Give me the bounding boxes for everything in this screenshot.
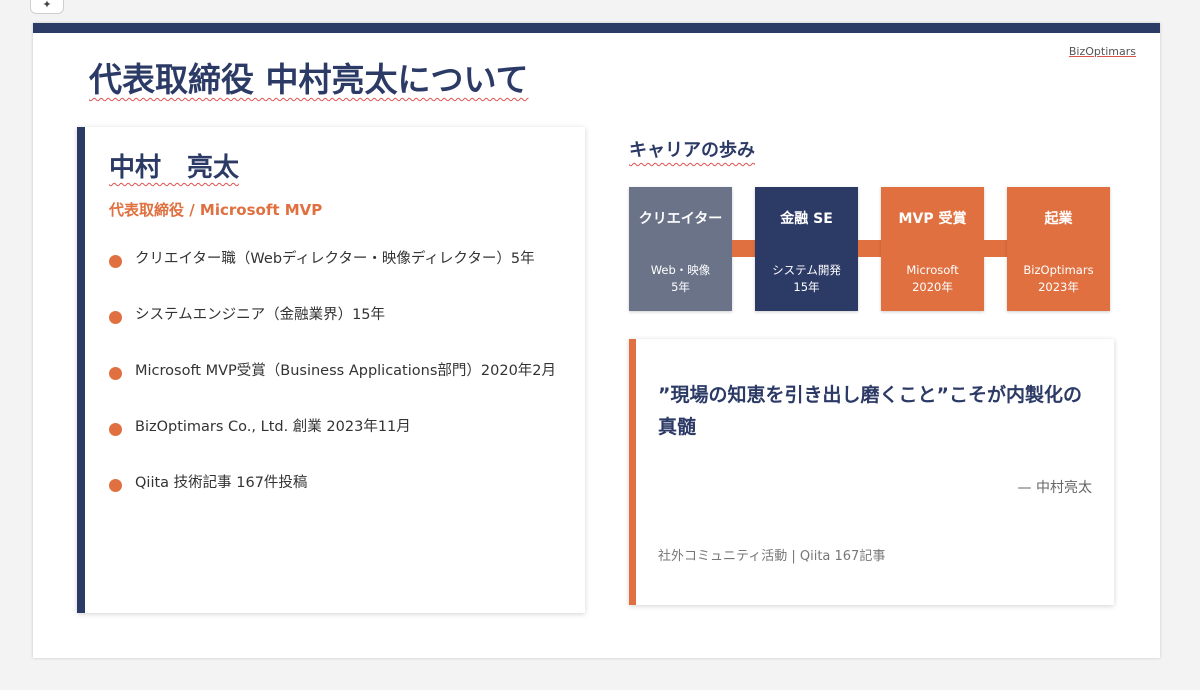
- bullet-dot-icon: [109, 423, 122, 436]
- slide: BizOptimars 代表取締役 中村亮太について 中村 亮太 代表取締役 /…: [33, 23, 1160, 658]
- bullet-text: Microsoft MVP受賞（Business Applications部門）…: [135, 363, 557, 379]
- quote-card: ”現場の知恵を引き出し磨くこと”こそが内製化の真髄 — 中村亮太 社外コミュニテ…: [629, 339, 1114, 605]
- bullet-dot-icon: [109, 311, 122, 324]
- step-title: 起業: [1044, 211, 1073, 227]
- career-title: キャリアの歩み: [629, 140, 755, 161]
- list-item: クリエイター職（Webディレクター・映像ディレクター）5年: [109, 247, 569, 303]
- profile-card: 中村 亮太 代表取締役 / Microsoft MVP クリエイター職（Webデ…: [77, 127, 585, 613]
- step-sub-line: システム開発: [772, 263, 841, 277]
- quote-text: ”現場の知恵を引き出し磨くこと”こそが内製化の真髄: [658, 384, 1082, 438]
- top-accent-bar: [33, 23, 1160, 33]
- step-sub: Microsoft 2020年: [881, 262, 984, 296]
- career-connector: [984, 240, 1007, 257]
- bullet-dot-icon: [109, 255, 122, 268]
- bullet-text: クリエイター職（Webディレクター・映像ディレクター）5年: [135, 251, 535, 267]
- step-title: MVP 受賞: [898, 211, 967, 227]
- page-title: 代表取締役 中村亮太について: [89, 60, 529, 99]
- bullet-dot-icon: [109, 479, 122, 492]
- bullet-text: システムエンジニア（金融業界）15年: [135, 307, 386, 323]
- career-step-mvp: MVP 受賞 Microsoft 2020年: [881, 187, 984, 311]
- list-item: Qiita 技術記事 167件投稿: [109, 471, 569, 527]
- step-sub-line: 15年: [793, 280, 820, 294]
- list-item: システムエンジニア（金融業界）15年: [109, 303, 569, 359]
- career-step-creator: クリエイター Web・映像 5年: [629, 187, 732, 311]
- step-sub-line: Web・映像: [650, 263, 711, 277]
- step-sub: Web・映像 5年: [629, 262, 732, 296]
- career-connector: [732, 240, 755, 257]
- step-title: クリエイター: [638, 211, 723, 227]
- career-connector: [858, 240, 881, 257]
- step-sub: システム開発 15年: [755, 262, 858, 296]
- quote-footer: 社外コミュニティ活動 | Qiita 167記事: [658, 549, 886, 564]
- step-sub: BizOptimars 2023年: [1007, 262, 1110, 296]
- step-sub-line: BizOptimars: [1023, 263, 1094, 277]
- step-sub-line: 2023年: [1038, 280, 1079, 294]
- career-step-se: 金融 SE システム開発 15年: [755, 187, 858, 311]
- step-sub-line: 2020年: [912, 280, 953, 294]
- bullet-text: BizOptimars Co., Ltd. 創業 2023年11月: [135, 419, 411, 435]
- step-sub-line: 5年: [671, 280, 690, 294]
- step-sub-line: Microsoft: [906, 263, 959, 277]
- magic-wand-icon[interactable]: ✦: [30, 0, 64, 14]
- list-item: Microsoft MVP受賞（Business Applications部門）…: [109, 359, 569, 415]
- bullet-text: Qiita 技術記事 167件投稿: [135, 475, 308, 491]
- quote-author: — 中村亮太: [1017, 480, 1092, 496]
- career-step-founding: 起業 BizOptimars 2023年: [1007, 187, 1110, 311]
- profile-name: 中村 亮太: [109, 153, 240, 183]
- bullet-list: クリエイター職（Webディレクター・映像ディレクター）5年 システムエンジニア（…: [109, 247, 569, 527]
- brand-label: BizOptimars: [1068, 45, 1136, 58]
- profile-role: 代表取締役 / Microsoft MVP: [109, 201, 323, 219]
- list-item: BizOptimars Co., Ltd. 創業 2023年11月: [109, 415, 569, 471]
- bullet-dot-icon: [109, 367, 122, 380]
- step-title: 金融 SE: [780, 211, 833, 227]
